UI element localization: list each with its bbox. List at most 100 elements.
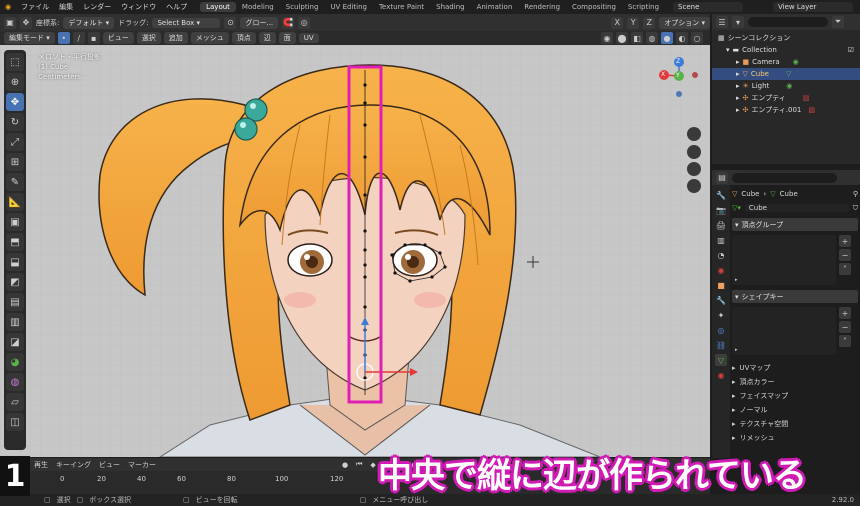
menu-edge[interactable]: 辺	[258, 32, 276, 44]
tab-rendering[interactable]: Rendering	[518, 2, 566, 12]
tool-tab-icon[interactable]: 🔧	[715, 189, 727, 201]
mirror-y-button[interactable]: Y	[627, 16, 640, 29]
outliner-search-input[interactable]	[748, 17, 828, 27]
list-resize-icon[interactable]: ▸	[735, 347, 738, 353]
object-tab-icon[interactable]: ■	[715, 279, 727, 291]
menu-face[interactable]: 面	[278, 32, 296, 44]
shape-key-menu-icon[interactable]: ˅	[839, 335, 851, 347]
tab-animation[interactable]: Animation	[471, 2, 519, 12]
jump-start-icon[interactable]: ⏮	[356, 460, 362, 469]
add-shape-key-button[interactable]: +	[839, 307, 851, 319]
loop-cut-tool-icon[interactable]: ▤	[6, 293, 24, 311]
vertex-group-menu-icon[interactable]: ˅	[839, 263, 851, 275]
shading-rendered-icon[interactable]: ○	[691, 32, 703, 44]
menu-marker[interactable]: マーカー	[128, 460, 156, 470]
menu-select[interactable]: 選択	[136, 32, 161, 44]
tab-compositing[interactable]: Compositing	[566, 2, 622, 12]
mode-dropdown[interactable]: 編集モード ▾	[4, 32, 55, 44]
mirror-z-button[interactable]: Z	[643, 16, 656, 29]
snap-icon[interactable]: 🧲	[282, 16, 295, 29]
outliner-item-empty[interactable]: ▸ ✣ エンプティ ▧	[712, 92, 860, 104]
add-cube-tool-icon[interactable]: ▣	[6, 213, 24, 231]
tab-sculpting[interactable]: Sculpting	[280, 2, 325, 12]
options-dropdown[interactable]: オプション ▾	[659, 16, 710, 29]
measure-tool-icon[interactable]: 📐	[6, 193, 24, 211]
mesh-data-icon[interactable]: ▽▾	[732, 204, 741, 212]
uv-maps-panel-header[interactable]: ▸ UVマップ	[732, 361, 858, 375]
edge-select-icon[interactable]: /	[72, 32, 85, 44]
shading-material-icon[interactable]: ◐	[676, 32, 688, 44]
shape-keys-panel-header[interactable]: ▾ シェイプキー	[732, 290, 858, 303]
menu-view[interactable]: ビュー	[99, 460, 120, 470]
scene-tab-icon[interactable]: ◔	[715, 249, 727, 261]
inset-tool-icon[interactable]: ⬓	[6, 253, 24, 271]
menu-help[interactable]: ヘルプ	[161, 2, 192, 12]
add-vertex-group-button[interactable]: +	[839, 235, 851, 247]
scale-tool-icon[interactable]: ⤢	[6, 133, 24, 151]
annotate-tool-icon[interactable]: ✎	[6, 173, 24, 191]
outliner-editor-icon[interactable]: ☰	[716, 16, 728, 28]
outliner-item-cube[interactable]: ▸ ▽ Cube ▽	[712, 68, 860, 80]
smooth-tool-icon[interactable]: ◍	[6, 373, 24, 391]
outliner-item-empty-001[interactable]: ▸ ✣ エンプティ.001 ▧	[712, 104, 860, 116]
menu-uv[interactable]: UV	[298, 33, 319, 43]
poly-build-tool-icon[interactable]: ◪	[6, 333, 24, 351]
menu-edit[interactable]: 編集	[54, 2, 78, 12]
properties-editor-icon[interactable]: ▤	[716, 171, 728, 184]
transform-tool-icon[interactable]: ⊞	[6, 153, 24, 171]
fake-user-icon[interactable]: ⛉	[853, 204, 858, 213]
vertex-select-icon[interactable]: •	[57, 32, 70, 44]
funnel-icon[interactable]: ⏷	[832, 16, 844, 28]
coord-system-dropdown[interactable]: デフォルト ▾	[63, 16, 115, 29]
view-layer-tab-icon[interactable]: ▥	[715, 234, 727, 246]
menu-keying[interactable]: キーイング	[56, 460, 91, 470]
view-layer-selector[interactable]: View Layer	[773, 2, 854, 12]
view-object-types-icon[interactable]: ◉	[601, 32, 613, 44]
particles-tab-icon[interactable]: ✦	[715, 309, 727, 321]
menu-view[interactable]: ビュー	[102, 32, 134, 44]
editor-type-icon[interactable]: ▣	[4, 16, 16, 29]
remove-vertex-group-button[interactable]: −	[839, 249, 851, 261]
orientation-dropdown[interactable]: グロー...	[240, 16, 279, 29]
list-resize-icon[interactable]: ▸	[735, 277, 738, 283]
menu-mesh[interactable]: メッシュ	[190, 32, 229, 44]
filter-icon[interactable]: ▾	[732, 16, 744, 28]
tab-modeling[interactable]: Modeling	[236, 2, 280, 12]
scene-collection-row[interactable]: ▦ シーンコレクション	[712, 32, 860, 44]
xray-icon[interactable]: ◧	[631, 32, 643, 44]
mirror-x-button[interactable]: X	[611, 16, 624, 29]
tab-shading[interactable]: Shading	[430, 2, 470, 12]
remesh-panel-header[interactable]: ▸ リメッシュ	[732, 431, 858, 445]
vertex-groups-panel-header[interactable]: ▾ 頂点グループ	[732, 218, 858, 231]
drag-dropdown[interactable]: Select Box ▾	[152, 17, 221, 28]
menu-add[interactable]: 追加	[163, 32, 188, 44]
texture-space-panel-header[interactable]: ▸ テクスチャ空間	[732, 417, 858, 431]
menu-render[interactable]: レンダー	[78, 2, 116, 12]
blender-logo-icon[interactable]: ◉	[0, 3, 16, 11]
face-select-icon[interactable]: ▪	[87, 32, 100, 44]
bevel-tool-icon[interactable]: ◩	[6, 273, 24, 291]
outliner-item-collection[interactable]: ▾ ▬ Collection ☑	[712, 44, 860, 56]
move-tool-icon[interactable]: ✥	[6, 93, 24, 111]
spin-tool-icon[interactable]: ◕	[6, 353, 24, 371]
menu-window[interactable]: ウィンドウ	[116, 2, 161, 12]
rip-tool-icon[interactable]: ◫	[6, 413, 24, 431]
output-tab-icon[interactable]: 🖨	[715, 219, 727, 231]
shading-solid-icon[interactable]: ●	[661, 32, 673, 44]
normals-panel-header[interactable]: ▸ ノーマル	[732, 403, 858, 417]
rotate-tool-icon[interactable]: ↻	[6, 113, 24, 131]
world-tab-icon[interactable]: ◉	[715, 264, 727, 276]
scene-selector[interactable]: Scene	[673, 2, 744, 12]
overlays-icon[interactable]: ⬤	[616, 32, 628, 44]
material-tab-icon[interactable]: ◉	[715, 369, 727, 381]
vertex-groups-list[interactable]: ▸	[732, 235, 836, 285]
shape-keys-list[interactable]: ▸	[732, 307, 836, 355]
face-maps-panel-header[interactable]: ▸ フェイスマップ	[732, 389, 858, 403]
proportional-icon[interactable]: ◎	[298, 16, 311, 29]
menu-vertex[interactable]: 頂点	[231, 32, 256, 44]
tab-texture-paint[interactable]: Texture Paint	[373, 2, 430, 12]
outliner-item-camera[interactable]: ▸ ■ Camera ◉	[712, 56, 860, 68]
menu-playback[interactable]: 再生	[34, 460, 48, 470]
outliner-item-light[interactable]: ▸ ☀ Light ◉	[712, 80, 860, 92]
vertex-colors-panel-header[interactable]: ▸ 頂点カラー	[732, 375, 858, 389]
